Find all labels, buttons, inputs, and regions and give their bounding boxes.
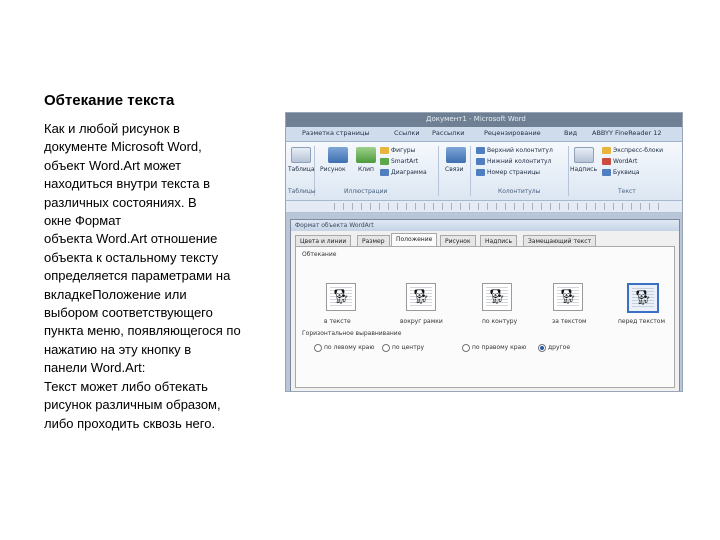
- dog-icon: 🐕︎: [412, 289, 430, 305]
- table-label[interactable]: Таблица: [288, 166, 315, 173]
- body-line: вкладкеПоложение или: [44, 286, 187, 302]
- ribbon-tab-mailings[interactable]: Рассылки: [432, 129, 465, 137]
- slide-body-text: Как и любой рисунок в документе Microsof…: [44, 120, 280, 433]
- dialog-tab-position[interactable]: Положение: [391, 233, 438, 247]
- dialog-titlebar: Формат объекта WordArt: [291, 220, 679, 231]
- picture-icon[interactable]: [328, 147, 348, 163]
- group-label-illustrations: Иллюстрации: [344, 188, 388, 195]
- ribbon-tab-page-layout[interactable]: Разметка страницы: [302, 129, 370, 137]
- ribbon-tab-bar: Разметка страницы Ссылки Рассылки Реценз…: [286, 127, 682, 142]
- align-label-right: по правому краю: [472, 344, 527, 351]
- textbox-label[interactable]: Надпись: [570, 166, 597, 173]
- window-title: Документ1 - Microsoft Word: [426, 115, 526, 123]
- ribbon-tab-review[interactable]: Рецензирование: [484, 129, 541, 137]
- body-line: документе Microsoft Word,: [44, 139, 202, 155]
- dropcap-button[interactable]: Буквица: [613, 169, 640, 176]
- body-line: либо проходить сквозь него.: [44, 415, 216, 431]
- links-label[interactable]: Связи: [445, 166, 463, 173]
- pagenum-icon: [476, 169, 485, 176]
- body-line: панели Word.Art:: [44, 360, 146, 376]
- wrap-section-label: Обтекание: [302, 251, 337, 258]
- footer-button[interactable]: Нижний колонтитул: [487, 158, 551, 165]
- align-radio-right[interactable]: [462, 344, 470, 352]
- word-screenshot: Документ1 - Microsoft Word Разметка стра…: [285, 112, 683, 392]
- body-line: объекта к остальному тексту: [44, 249, 219, 265]
- body-line: объекта Word.Art отношение: [44, 231, 218, 247]
- dialog-panel: Обтекание 🐕︎ 🐕︎ 🐕︎ 🐕︎ 🐕︎ в тексте вокруг…: [295, 246, 675, 388]
- body-line: находиться внутри текста в: [44, 176, 211, 192]
- body-line: выбором соответствующего: [44, 305, 213, 321]
- wordart-button[interactable]: WordArt: [613, 158, 637, 165]
- body-line: нажатию на эту кнопку в: [44, 341, 192, 357]
- dog-icon: 🐕︎: [332, 289, 350, 305]
- align-label-center: по центру: [392, 344, 425, 351]
- pagenum-button[interactable]: Номер страницы: [487, 169, 540, 176]
- format-wordart-dialog: Формат объекта WordArt Цвета и линии Раз…: [290, 219, 680, 391]
- align-radio-other[interactable]: [538, 344, 546, 352]
- picture-label[interactable]: Рисунок: [320, 166, 346, 173]
- wrap-label-inline: в тексте: [324, 318, 351, 325]
- align-label-left: по левому краю: [324, 344, 375, 351]
- dog-icon: 🐕︎: [634, 290, 652, 306]
- body-line: пункта меню, появляющегося по: [44, 323, 241, 339]
- ribbon-tab-references[interactable]: Ссылки: [394, 129, 420, 137]
- ruler-ticks: [334, 203, 662, 210]
- clip-icon[interactable]: [356, 147, 376, 163]
- ribbon-tab-abbyy[interactable]: ABBYY FineReader 12: [592, 129, 662, 137]
- dialog-title: Формат объекта WordArt: [295, 222, 374, 229]
- body-line: Как и любой рисунок в: [44, 121, 180, 136]
- group-label-tables: Таблицы: [288, 188, 316, 195]
- clip-label[interactable]: Клип: [358, 166, 374, 173]
- group-sep: [568, 146, 569, 196]
- expressblocks-button[interactable]: Экспресс-блоки: [613, 147, 663, 154]
- chart-icon: [380, 169, 389, 176]
- window-titlebar: Документ1 - Microsoft Word: [286, 113, 682, 127]
- body-line: окне Формат: [44, 213, 122, 229]
- dog-icon: 🐕︎: [559, 289, 577, 305]
- dropcap-icon: [602, 169, 611, 176]
- smartart-button[interactable]: SmartArt: [391, 158, 418, 165]
- wrap-label-behind: за текстом: [552, 318, 587, 325]
- dog-icon: 🐕︎: [488, 289, 506, 305]
- wrap-tight-button[interactable]: 🐕︎: [482, 283, 512, 311]
- body-line: объект Word.Art может: [44, 157, 182, 173]
- wrap-label-infront: перед текстом: [618, 318, 665, 325]
- shapes-button[interactable]: Фигуры: [391, 147, 415, 154]
- expressblocks-icon: [602, 147, 611, 154]
- body-line: рисунок различным образом,: [44, 397, 221, 413]
- wrap-label-square: вокруг рамки: [400, 318, 443, 325]
- group-sep: [438, 146, 439, 196]
- body-line: Текст может либо обтекать: [44, 378, 208, 394]
- wrap-behind-button[interactable]: 🐕︎: [553, 283, 583, 311]
- table-icon[interactable]: [291, 147, 311, 163]
- ribbon: Таблица Рисунок Клип Фигуры SmartArt Диа…: [286, 142, 682, 201]
- align-radio-left[interactable]: [314, 344, 322, 352]
- chart-button[interactable]: Диаграмма: [391, 169, 427, 176]
- body-line: определяется параметрами на: [44, 268, 231, 284]
- align-section-label: Горизонтальное выравнивание: [302, 330, 402, 337]
- ruler: [286, 201, 682, 213]
- group-sep: [470, 146, 471, 196]
- shapes-icon: [380, 147, 389, 154]
- wordart-icon: [602, 158, 611, 165]
- footer-icon: [476, 158, 485, 165]
- header-icon: [476, 147, 485, 154]
- links-icon[interactable]: [446, 147, 466, 163]
- wrap-inline-button[interactable]: 🐕︎: [326, 283, 356, 311]
- body-line: различных состояниях. В: [44, 194, 197, 210]
- group-label-text: Текст: [618, 188, 636, 195]
- group-label-headers: Колонтитулы: [498, 188, 541, 195]
- wrap-square-button[interactable]: 🐕︎: [406, 283, 436, 311]
- slide-title: Обтекание текста: [44, 92, 175, 109]
- ribbon-tab-view[interactable]: Вид: [564, 129, 577, 137]
- wrap-label-tight: по контуру: [482, 318, 518, 325]
- align-radio-center[interactable]: [382, 344, 390, 352]
- align-label-other: другое: [548, 344, 571, 351]
- textbox-icon[interactable]: [574, 147, 594, 163]
- smartart-icon: [380, 158, 389, 165]
- header-button[interactable]: Верхний колонтитул: [487, 147, 553, 154]
- wrap-infront-button[interactable]: 🐕︎: [627, 283, 659, 313]
